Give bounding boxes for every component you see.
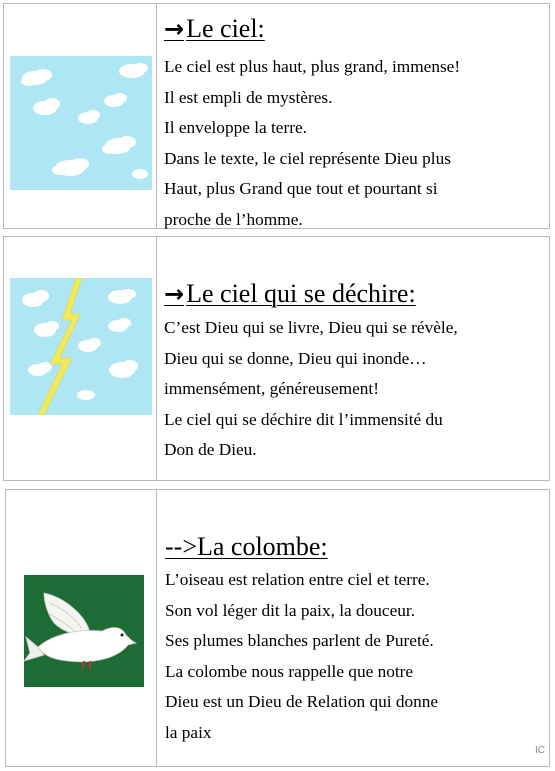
text-line: Il enveloppe la terre. xyxy=(164,118,307,137)
text-line: Don de Dieu. xyxy=(164,440,257,459)
text-line: La colombe nous rappelle que notre xyxy=(165,661,414,681)
sky-clouds-image xyxy=(10,56,152,190)
arrow-right-icon: → xyxy=(164,15,185,43)
card-title: -->La colombe: xyxy=(165,532,328,561)
card-text: Le ciel est plus haut, plus grand, immen… xyxy=(164,52,460,235)
card-title: →Le ciel qui se déchire: xyxy=(164,279,416,308)
text-line: C’est Dieu qui se livre, Dieu qui se rév… xyxy=(164,318,458,337)
dove-image xyxy=(24,575,144,687)
card-ciel-dechire: →Le ciel qui se déchire: C’est Dieu qui … xyxy=(3,236,550,481)
card-text: L’oiseau est relation entre ciel et terr… xyxy=(165,565,438,748)
corner-mark: IC xyxy=(535,745,545,756)
sky-lightning-image xyxy=(10,278,152,415)
text-line: Son vol léger dit la paix, la douceur. xyxy=(165,600,416,620)
text-line: Le ciel est plus haut, plus grand, immen… xyxy=(164,57,461,76)
text-line: Dans le texte, le ciel représente Dieu p… xyxy=(164,148,451,168)
arrow-right-icon: → xyxy=(164,280,185,308)
text-line: proche de l’homme. xyxy=(164,209,303,229)
text-line: Ses plumes blanches parlent de Pureté. xyxy=(165,631,434,650)
card-text: C’est Dieu qui se livre, Dieu qui se rév… xyxy=(164,313,458,466)
text-line: immensément, généreusement! xyxy=(164,379,379,398)
text-line: la paix xyxy=(165,722,212,742)
text-line: Dieu qui se donne, Dieu qui inonde… xyxy=(164,348,427,368)
text-line: L’oiseau est relation entre ciel et terr… xyxy=(165,570,430,589)
card-title: →Le ciel: xyxy=(164,14,265,43)
text-line: Il est empli de mystères. xyxy=(164,87,333,107)
card-colombe: -->La colombe: L’oiseau est relation ent… xyxy=(5,489,550,767)
text-line: Haut, plus Grand que tout et pourtant si xyxy=(164,179,438,198)
text-line: Dieu est un Dieu de Relation qui donne xyxy=(165,692,439,711)
card-ciel: →Le ciel: Le ciel est plus haut, plus gr… xyxy=(3,3,550,229)
text-line: Le ciel qui se déchire dit l’immensité d… xyxy=(164,409,443,429)
